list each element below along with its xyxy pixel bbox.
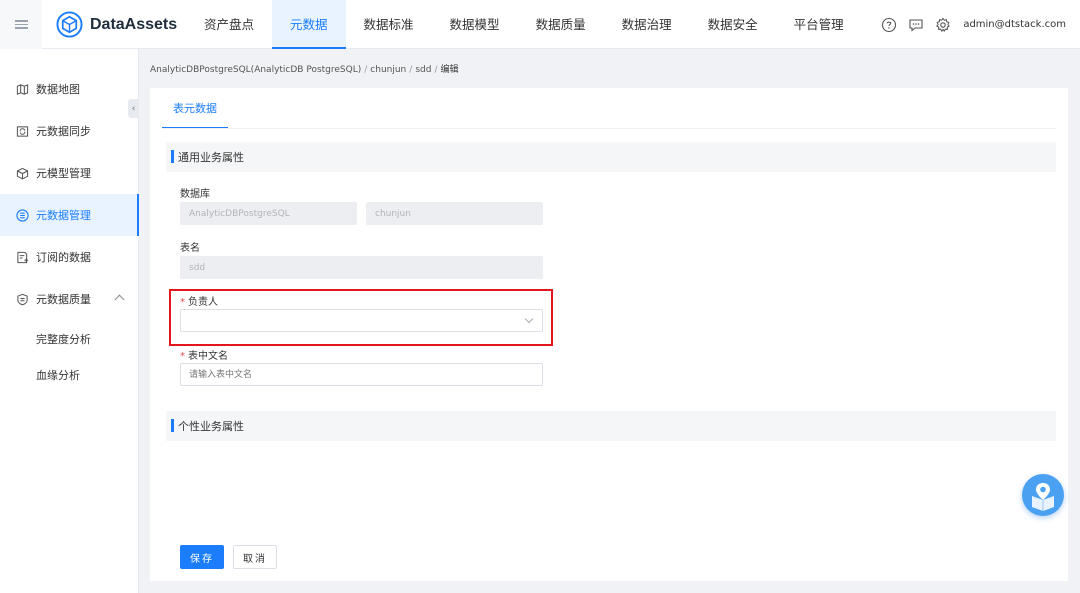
sidebar-item-metadata-management[interactable]: 元数据管理 [0,194,139,236]
breadcrumb-item-datasource[interactable]: AnalyticDBPostgreSQL(AnalyticDB PostgreS… [150,65,361,75]
breadcrumb-separator: / [409,65,413,75]
tab-divider [162,128,1056,129]
shield-icon [17,293,28,305]
breadcrumb-item-schema[interactable]: chunjun [370,65,406,75]
nav-item-data-security[interactable]: 数据安全 [690,0,776,49]
nav-item-data-governance[interactable]: 数据治理 [604,0,690,49]
required-mark: * [180,351,185,362]
map-icon [16,83,29,95]
cube-icon [16,167,29,179]
breadcrumb-separator: / [434,65,438,75]
sidebar-item-label: 数据地图 [36,83,80,96]
nav-item-data-model[interactable]: 数据模型 [432,0,518,49]
app-name: DataAssets [90,15,178,33]
subscribe-icon [17,251,29,263]
sidebar-subitem-lineage[interactable]: 血缘分析 [36,367,80,383]
table-name-label: 表名 [180,243,200,254]
sidebar: ‹ 数据地图 元数据同步 元模型管理 元数据管理 订阅的数据 元数据质量 完整度… [0,49,139,593]
section-title: 个性业务属性 [178,420,244,433]
sidebar-item-label: 元数据质量 [36,293,91,306]
nav-item-data-quality[interactable]: 数据质量 [518,0,604,49]
cancel-button[interactable]: 取消 [233,545,277,569]
tab-table-metadata[interactable]: 表元数据 [162,88,228,129]
gear-icon[interactable] [935,17,951,33]
hamburger-icon [14,18,28,31]
sidebar-item-metadata-quality[interactable]: 元数据质量 [0,278,139,320]
database-label: 数据库 [180,189,210,200]
breadcrumb-item-table[interactable]: sdd [415,65,431,75]
database-icon [16,208,29,222]
section-header-common: 通用业务属性 [166,142,1056,172]
sidebar-item-label: 元数据管理 [36,209,91,222]
message-icon[interactable] [908,17,924,33]
sidebar-item-label: 元模型管理 [36,167,91,180]
nav-item-data-standard[interactable]: 数据标准 [346,0,432,49]
nav-item-platform-admin[interactable]: 平台管理 [776,0,862,49]
chevron-up-icon [114,294,125,305]
map-pin-book-icon [1032,483,1054,511]
top-bar: DataAssets 资产盘点 元数据 数据标准 数据模型 数据质量 数据治理 … [0,0,1080,49]
table-cn-name-label: * 表中文名 [180,347,228,362]
sidebar-subitem-completeness[interactable]: 完整度分析 [36,331,91,347]
table-name-field: sdd [180,256,543,279]
sidebar-item-data-map[interactable]: 数据地图 [0,68,139,110]
main-nav: 资产盘点 元数据 数据标准 数据模型 数据质量 数据治理 数据安全 平台管理 [186,0,862,49]
table-cn-name-label-text: 表中文名 [188,351,228,362]
menu-toggle-button[interactable] [0,0,42,49]
breadcrumb: AnalyticDBPostgreSQL(AnalyticDB PostgreS… [150,62,459,75]
breadcrumb-item-current: 编辑 [440,65,459,75]
breadcrumb-separator: / [364,65,368,75]
nav-item-asset-inventory[interactable]: 资产盘点 [186,0,272,49]
table-cn-name-input[interactable] [180,363,543,386]
help-circle-icon[interactable] [881,17,897,33]
nav-item-metadata[interactable]: 元数据 [272,0,346,49]
floating-help-button[interactable] [1022,474,1064,516]
sidebar-item-subscribed-data[interactable]: 订阅的数据 [0,236,139,278]
schema-field: chunjun [366,202,543,225]
sidebar-item-metamodel[interactable]: 元模型管理 [0,152,139,194]
section-title: 通用业务属性 [178,151,244,164]
database-field: AnalyticDBPostgreSQL [180,202,357,225]
sidebar-item-label: 元数据同步 [36,125,91,138]
sidebar-item-label: 订阅的数据 [36,251,91,264]
highlight-box [169,289,553,346]
save-button[interactable]: 保存 [180,545,224,569]
section-header-custom: 个性业务属性 [166,411,1056,441]
sync-icon [16,125,29,137]
header-actions: admin@dtstack.com [870,0,1066,49]
app-logo[interactable]: DataAssets [56,11,177,38]
logo-cube-icon [56,11,83,38]
user-account[interactable]: admin@dtstack.com [963,19,1066,30]
sidebar-item-metadata-sync[interactable]: 元数据同步 [0,110,139,152]
